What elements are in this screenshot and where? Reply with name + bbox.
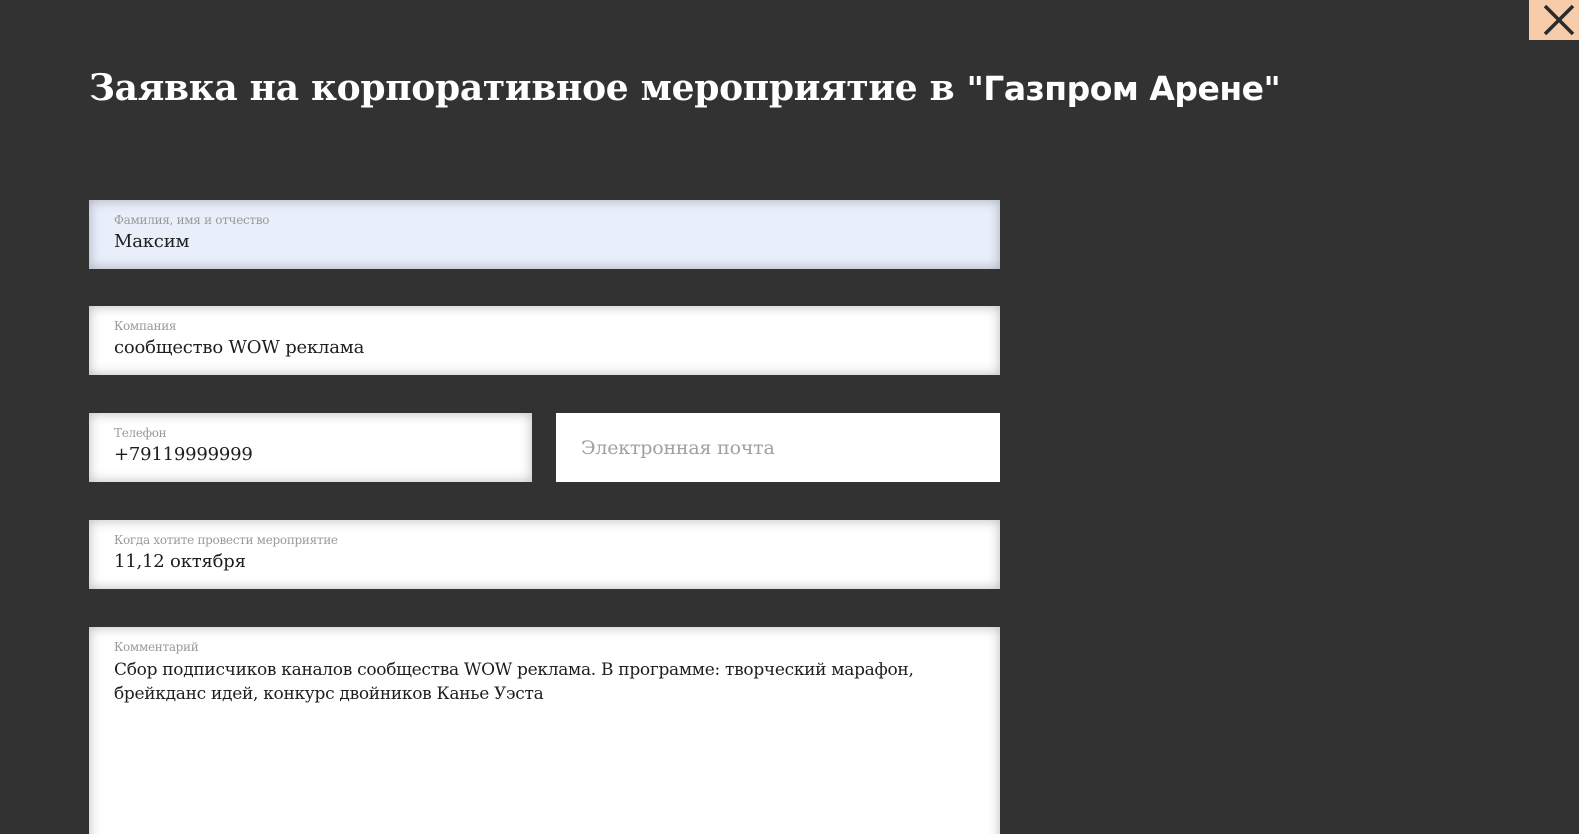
title-brand: "Газпром Арене" xyxy=(966,69,1281,108)
comment-value[interactable]: Сбор подписчиков каналов сообщества WOW … xyxy=(114,658,992,706)
company-value[interactable]: сообщество WOW реклама xyxy=(114,337,364,358)
comment-field[interactable]: Комментарий Сбор подписчиков каналов соо… xyxy=(89,627,1000,834)
phone-value[interactable]: +79119999999 xyxy=(114,444,253,465)
page-title: Заявка на корпоративное мероприятие в "Г… xyxy=(89,62,1281,115)
full-name-field[interactable]: Фамилия, имя и отчество Максим xyxy=(89,200,1000,269)
comment-label: Комментарий xyxy=(114,640,199,654)
close-button[interactable] xyxy=(1529,0,1579,40)
event-date-label: Когда хотите провести мероприятие xyxy=(114,533,338,547)
title-main: Заявка на корпоративное мероприятие в xyxy=(89,67,967,109)
email-placeholder: Электронная почта xyxy=(581,437,775,459)
phone-label: Телефон xyxy=(114,426,167,440)
event-date-field[interactable]: Когда хотите провести мероприятие 11,12 … xyxy=(89,520,1000,589)
full-name-label: Фамилия, имя и отчество xyxy=(114,213,270,227)
close-icon xyxy=(1543,4,1575,36)
email-field[interactable]: Электронная почта xyxy=(556,413,1000,482)
company-label: Компания xyxy=(114,319,177,333)
company-field[interactable]: Компания сообщество WOW реклама xyxy=(89,306,1000,375)
event-date-value[interactable]: 11,12 октября xyxy=(114,551,246,572)
full-name-value[interactable]: Максим xyxy=(114,231,189,252)
phone-field[interactable]: Телефон +79119999999 xyxy=(89,413,532,482)
